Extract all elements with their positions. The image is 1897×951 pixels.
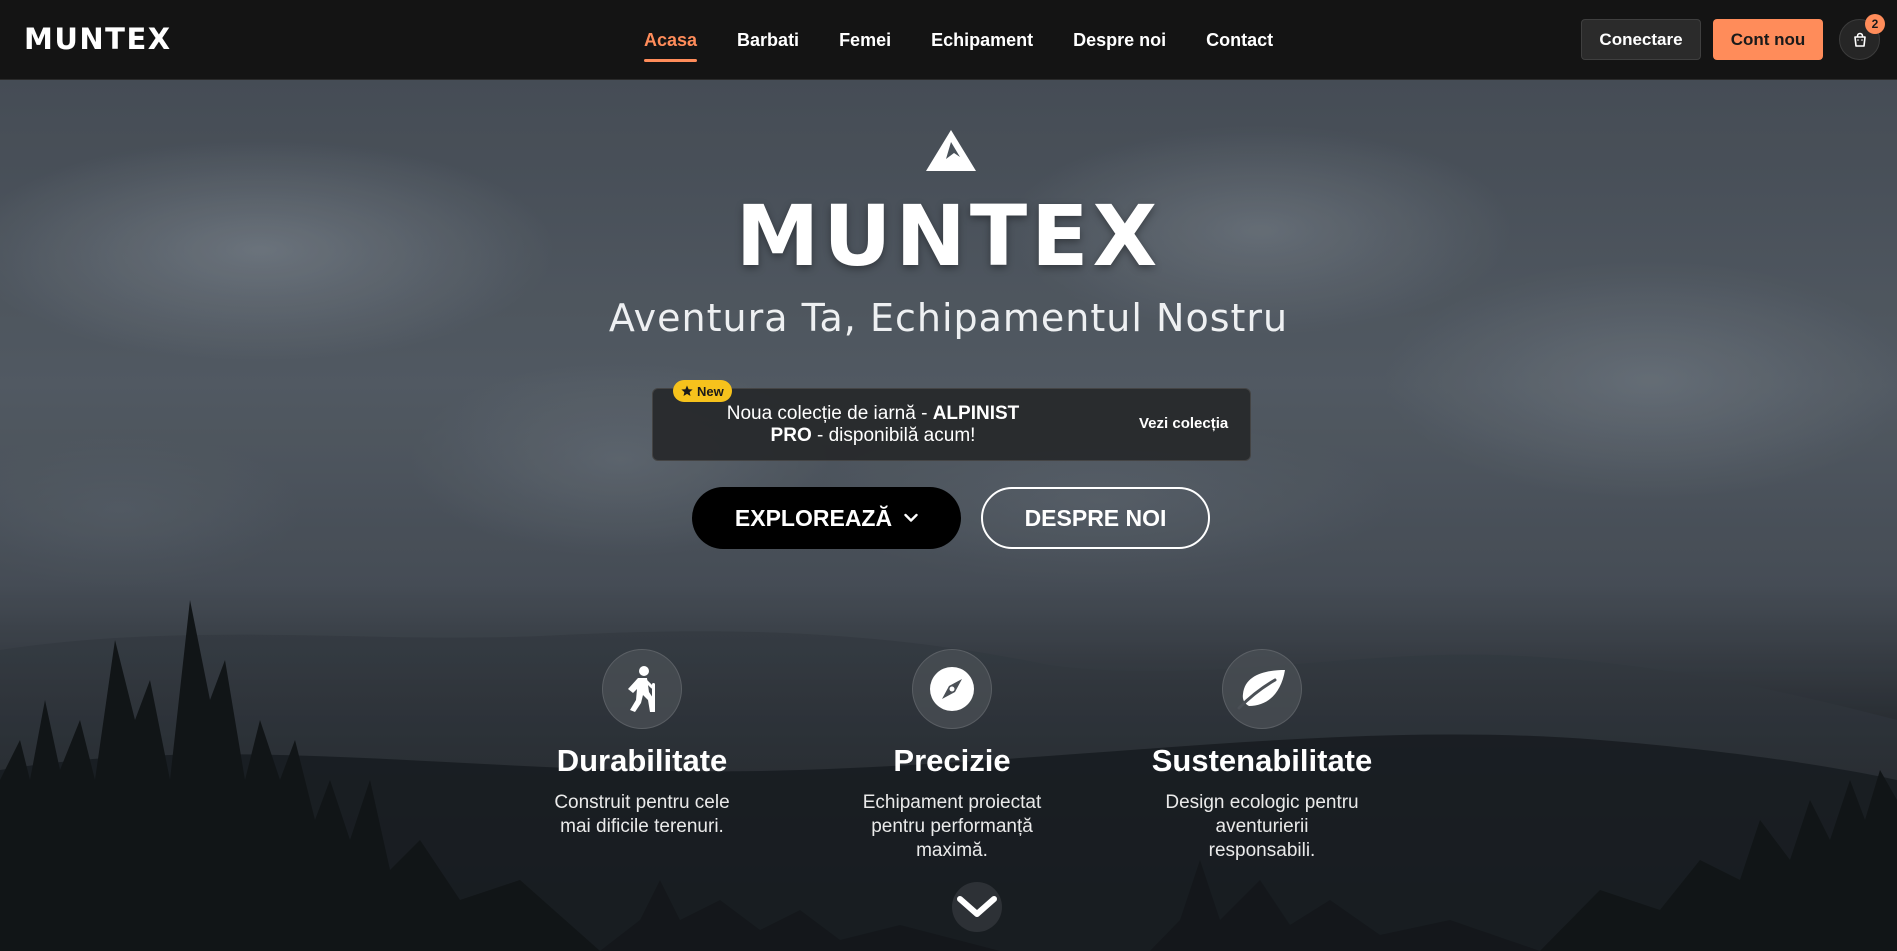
shopping-bag-icon [1853, 32, 1866, 47]
feature-description: Echipament proiectat pentru performanță … [862, 792, 1042, 861]
feature-title: Durabilitate [556, 743, 728, 778]
chevron-down-icon [957, 896, 997, 917]
feature-durabilitate: Durabilitate Construit pentru cele mai d… [512, 649, 772, 839]
new-badge-label: New [697, 383, 724, 399]
view-collection-link[interactable]: Vezi colecția [1139, 415, 1228, 432]
hero-subtitle: Aventura Ta, Echipamentul Nostru [608, 296, 1289, 340]
feature-description: Design ecologic pentru aventurierii resp… [1165, 792, 1359, 861]
feature-icon-wrap [1222, 649, 1302, 729]
chevron-down-icon [904, 513, 918, 522]
feature-title: Precizie [893, 743, 1011, 778]
promo-banner: New Noua colecție de iarnă - ALPINIST PR… [652, 380, 1251, 461]
explore-button-label: EXPLOREAZĂ [734, 504, 893, 531]
nav-link-despre-noi[interactable]: Despre noi [1073, 0, 1166, 80]
main-nav: Acasa Barbati Femei Echipament Despre no… [644, 0, 1273, 80]
hero-section: MUNTEX Aventura Ta, Echipamentul Nostru … [0, 80, 1897, 951]
feature-icon-wrap [912, 649, 992, 729]
register-button[interactable]: Cont nou [1713, 19, 1823, 60]
brand-logo[interactable]: MUNTEX [24, 22, 172, 56]
top-navbar: MUNTEX Acasa Barbati Femei Echipament De… [0, 0, 1897, 80]
nav-link-femei[interactable]: Femei [839, 0, 891, 80]
promo-text: Noua colecție de iarnă - ALPINIST PRO - … [713, 403, 1033, 447]
feature-precizie: Precizie Echipament proiectat pentru per… [822, 649, 1082, 863]
scroll-down-button[interactable] [952, 882, 1002, 932]
nav-link-echipament[interactable]: Echipament [931, 0, 1033, 80]
new-badge: New [673, 380, 732, 402]
star-icon [681, 385, 693, 396]
feature-sustenabilitate: Sustenabilitate Design ecologic pentru a… [1132, 649, 1392, 863]
feature-description: Construit pentru cele mai dificile teren… [554, 792, 730, 837]
promo-text-after: - disponibilă acum! [811, 425, 976, 446]
mountain-icon [926, 130, 976, 171]
login-button[interactable]: Conectare [1581, 19, 1701, 60]
about-button[interactable]: DESPRE NOI [981, 487, 1210, 549]
nav-link-acasa[interactable]: Acasa [644, 0, 698, 80]
hiker-icon [628, 666, 655, 712]
leaf-icon [1237, 670, 1285, 710]
cart-count-badge: 2 [1865, 14, 1885, 34]
explore-button[interactable]: EXPLOREAZĂ [692, 487, 961, 549]
promo-text-before: Noua colecție de iarnă - [726, 403, 933, 424]
feature-icon-wrap [602, 649, 682, 729]
cart-button[interactable]: 2 [1839, 14, 1885, 60]
feature-title: Sustenabilitate [1151, 743, 1373, 778]
nav-link-contact[interactable]: Contact [1206, 0, 1273, 80]
hero-title: MUNTEX [735, 187, 1162, 285]
nav-link-barbati[interactable]: Barbati [737, 0, 799, 80]
compass-icon [930, 667, 974, 711]
